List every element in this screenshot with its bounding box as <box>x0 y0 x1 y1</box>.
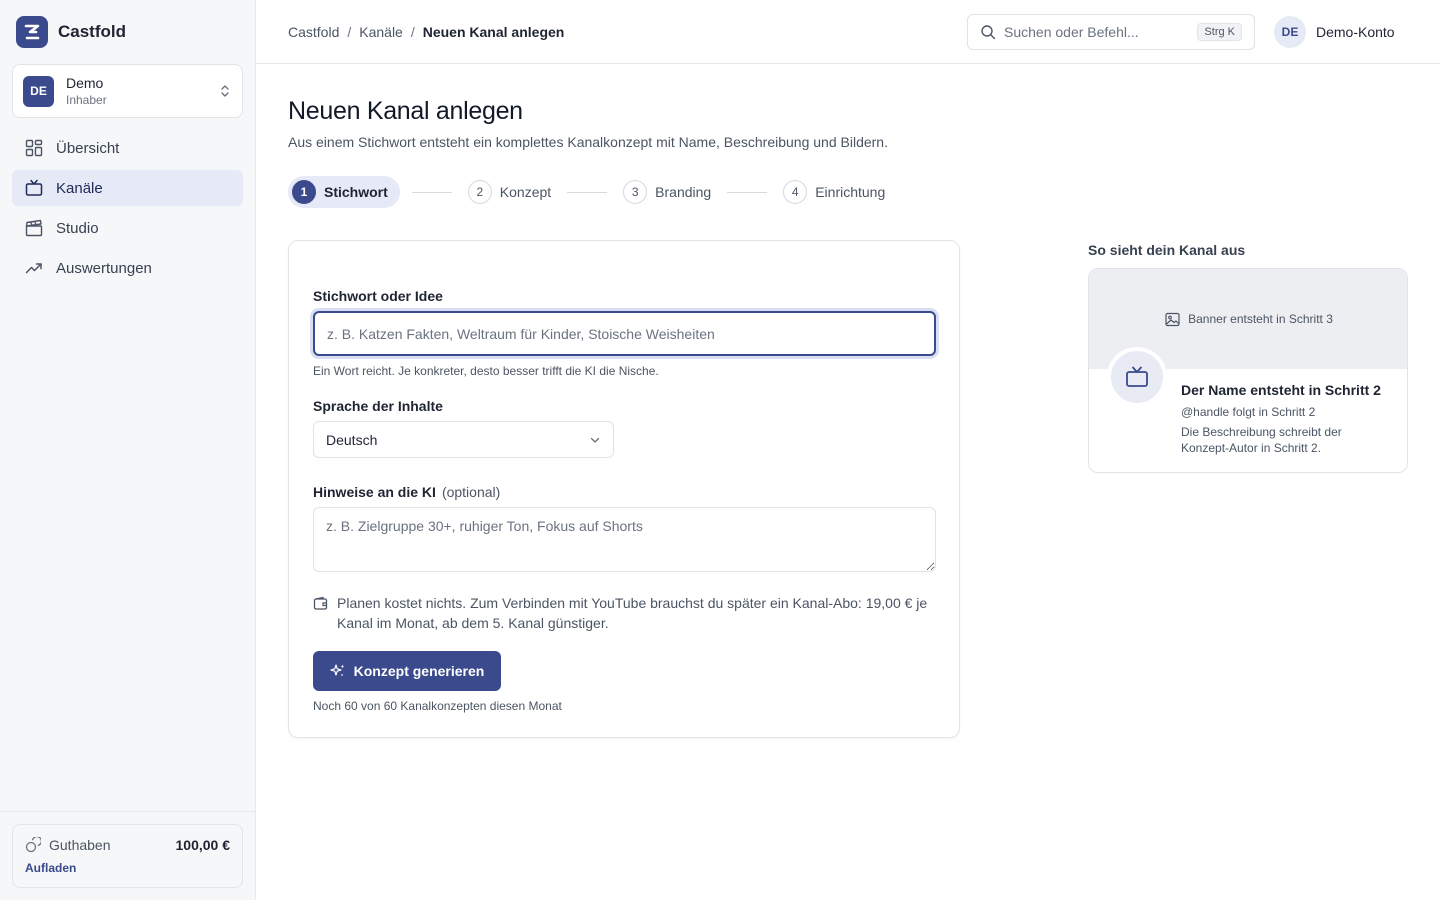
generate-concept-label: Konzept generieren <box>353 663 485 679</box>
account-menu[interactable]: DE Demo-Konto <box>1274 16 1395 48</box>
language-label: Sprache der Inhalte <box>313 398 443 414</box>
tv-icon <box>1125 365 1149 389</box>
chevron-up-down-icon <box>218 84 232 98</box>
channel-preview-card: Banner entsteht in Schritt 3 Der Name en… <box>1088 268 1408 473</box>
topup-link[interactable]: Aufladen <box>25 861 76 875</box>
grid-icon <box>24 138 44 158</box>
sidebar-item-uebersicht[interactable]: Übersicht <box>12 130 243 166</box>
breadcrumb: Castfold / Kanäle / Neuen Kanal anlegen <box>288 0 564 64</box>
step-branding[interactable]: 3 Branding <box>619 176 715 208</box>
workspace-name: Demo <box>66 75 104 91</box>
sidebar-item-kanaele[interactable]: Kanäle <box>12 170 243 206</box>
brand-name: Castfold <box>58 22 126 41</box>
banner-text: Banner entsteht in Schritt 3 <box>1188 312 1333 326</box>
image-icon <box>1165 312 1180 327</box>
workspace-avatar: DE <box>23 75 54 107</box>
step-connector <box>567 191 608 193</box>
sidebar-divider <box>0 811 255 812</box>
keyword-label: Stichwort oder Idee <box>313 288 443 304</box>
castfold-logo-icon <box>16 16 48 48</box>
search-icon <box>980 24 996 40</box>
sidebar-item-auswertungen[interactable]: Auswertungen <box>12 250 243 286</box>
account-name: Demo-Konto <box>1316 24 1395 40</box>
step-label: Stichwort <box>324 184 388 200</box>
sidebar-nav: Übersicht Kanäle Studio Auswertungen <box>12 130 243 290</box>
step-einrichtung[interactable]: 4 Einrichtung <box>779 176 889 208</box>
brand[interactable]: Castfold <box>16 16 126 48</box>
notes-label-text: Hinweise an die KI <box>313 484 436 500</box>
step-label: Einrichtung <box>815 184 886 200</box>
quota-text: Noch 60 von 60 Kanalkonzepten diesen Mon… <box>313 699 562 713</box>
sparkles-icon <box>330 663 346 679</box>
workspace-switcher[interactable]: DE Demo Inhaber <box>12 64 243 118</box>
top-header: Castfold / Kanäle / Neuen Kanal anlegen … <box>256 0 1440 64</box>
preview-title: So sieht dein Kanal aus <box>1088 242 1246 258</box>
preview-channel-handle: @handle folgt in Schritt 2 <box>1181 405 1316 419</box>
notes-textarea[interactable] <box>313 507 936 572</box>
channel-avatar <box>1107 347 1167 407</box>
page-title: Neuen Kanal anlegen <box>288 97 523 125</box>
tv-icon <box>24 178 44 198</box>
step-number: 1 <box>292 180 316 204</box>
preview-channel-name: Der Name entsteht in Schritt 2 <box>1181 382 1381 398</box>
step-number: 4 <box>783 180 808 204</box>
step-label: Branding <box>655 184 712 200</box>
step-stichwort[interactable]: 1 Stichwort <box>288 176 400 208</box>
notes-optional-label: (optional) <box>441 484 501 500</box>
sidebar-item-studio[interactable]: Studio <box>12 210 243 246</box>
channel-form-card: Stichwort oder Idee Ein Wort reicht. Je … <box>288 240 960 738</box>
coins-icon <box>25 837 41 853</box>
step-connector <box>411 191 452 193</box>
credit-panel: Guthaben 100,00 € Aufladen <box>12 824 243 888</box>
step-label: Konzept <box>499 184 552 200</box>
trend-icon <box>24 258 44 278</box>
sidebar: Castfold DE Demo Inhaber Übersicht Kanäl… <box>0 0 256 900</box>
breadcrumb-separator: / <box>410 24 415 40</box>
credit-label: Guthaben <box>49 837 111 853</box>
credit-value: 100,00 € <box>175 837 231 853</box>
search-placeholder: Suchen oder Befehl... <box>1004 24 1139 40</box>
step-connector <box>727 191 768 193</box>
chevron-down-icon <box>589 434 601 446</box>
sidebar-item-label: Auswertungen <box>56 259 152 277</box>
breadcrumb-separator: / <box>347 24 352 40</box>
breadcrumb-current: Neuen Kanal anlegen <box>422 24 565 40</box>
stepper: 1 Stichwort 2 Konzept 3 Branding 4 Einri… <box>288 176 889 208</box>
sidebar-item-label: Übersicht <box>56 139 120 157</box>
search-input[interactable]: Suchen oder Befehl... Strg K <box>967 14 1255 50</box>
wallet-icon <box>313 593 329 613</box>
step-number: 3 <box>623 180 648 204</box>
language-select[interactable]: Deutsch <box>313 421 614 458</box>
language-selected-value: Deutsch <box>326 431 378 448</box>
breadcrumb-parent[interactable]: Kanäle <box>359 24 403 40</box>
workspace-role: Inhaber <box>66 93 107 107</box>
sidebar-item-label: Studio <box>56 219 99 237</box>
pricing-info: Planen kostet nichts. Zum Verbinden mit … <box>313 593 933 633</box>
keyword-input[interactable] <box>313 311 936 356</box>
notes-label: Hinweise an die KI (optional) <box>313 484 500 500</box>
step-number: 2 <box>467 180 492 204</box>
sidebar-item-label: Kanäle <box>56 179 103 197</box>
clapperboard-icon <box>24 218 44 238</box>
generate-concept-button[interactable]: Konzept generieren <box>313 651 501 691</box>
avatar: DE <box>1274 16 1306 48</box>
step-konzept[interactable]: 2 Konzept <box>464 176 555 208</box>
pricing-info-text: Planen kostet nichts. Zum Verbinden mit … <box>337 595 928 631</box>
keyword-hint: Ein Wort reicht. Je konkreter, desto bes… <box>313 364 659 378</box>
page-subtitle: Aus einem Stichwort entsteht ein komplet… <box>288 134 888 150</box>
search-shortcut: Strg K <box>1197 23 1242 41</box>
preview-channel-description: Die Beschreibung schreibt der Konzept-Au… <box>1181 425 1342 455</box>
breadcrumb-root[interactable]: Castfold <box>288 24 339 40</box>
